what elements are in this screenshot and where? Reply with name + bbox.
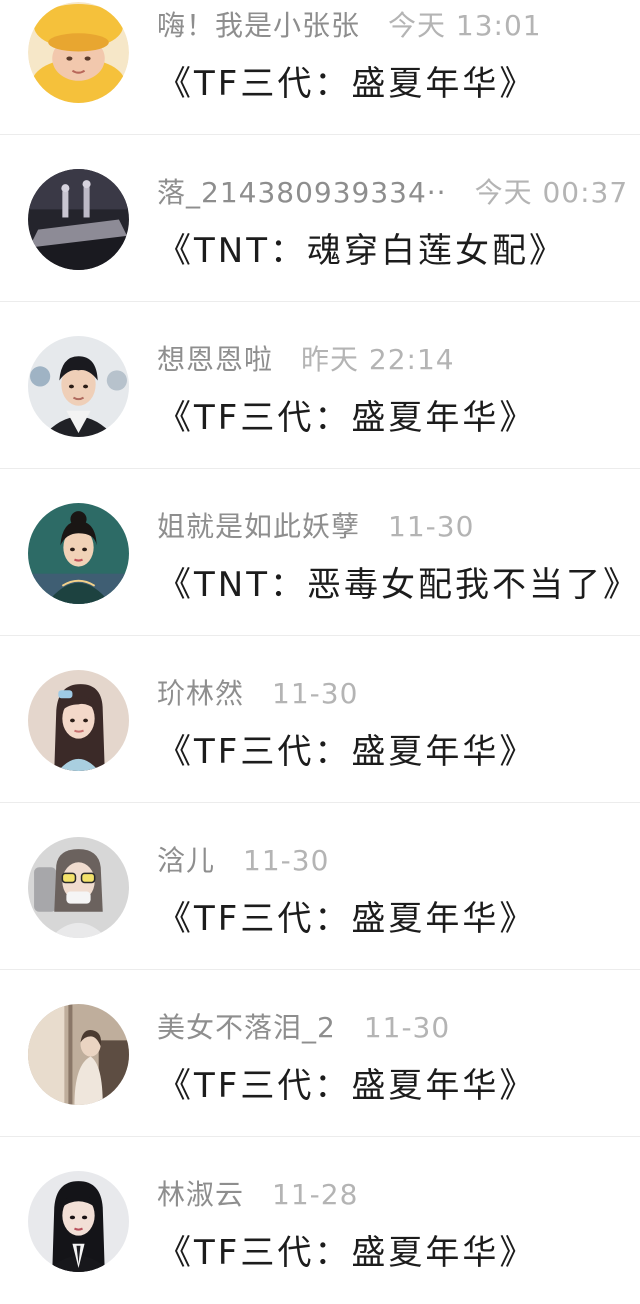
- qipao-girl-avatar-icon[interactable]: [28, 503, 129, 604]
- message-time: 11-28: [272, 1178, 359, 1211]
- message-preview: 《TNT：恶毒女配我不当了》: [157, 565, 636, 605]
- message-preview: 《TF三代：盛夏年华》: [157, 398, 537, 438]
- sender-name: 美女不落泪_2: [157, 1011, 336, 1044]
- message-preview: 《TF三代：盛夏年华》: [157, 1066, 537, 1106]
- message-time: 11-30: [243, 844, 330, 877]
- girl-selfie-avatar-icon[interactable]: [28, 670, 129, 771]
- list-item[interactable]: 美女不落泪_2 11-30 《TF三代：盛夏年华》: [0, 970, 640, 1137]
- conversation-list: 嗨！我是小张张 今天 13:01 《TF三代：盛夏年华》 落_2143809393…: [0, 0, 640, 1273]
- sender-name: 姐就是如此妖孽: [157, 510, 361, 543]
- message-time: 11-30: [363, 1011, 451, 1044]
- sunglasses-girl-avatar-icon[interactable]: [28, 837, 129, 938]
- boy-portrait-avatar-icon[interactable]: [28, 336, 129, 437]
- list-item[interactable]: 姐就是如此妖孽 11-30 《TNT：恶毒女配我不当了》: [0, 469, 640, 636]
- sender-name: 落_214380939334··: [157, 176, 447, 209]
- message-time: 昨天 22:14: [301, 343, 455, 376]
- list-item[interactable]: 落_214380939334·· 今天 00:37 《TNT：魂穿白莲女配》: [0, 135, 640, 302]
- message-time: 今天 00:37: [474, 176, 628, 209]
- suit-girl-avatar-icon[interactable]: [28, 1171, 129, 1272]
- sender-name: 浛儿: [157, 844, 216, 877]
- message-time: 11-30: [272, 677, 359, 710]
- sender-name: 想恩恩啦: [157, 343, 274, 376]
- list-item[interactable]: 林淑云 11-28 《TF三代：盛夏年华》: [0, 1137, 640, 1304]
- message-preview: 《TF三代：盛夏年华》: [157, 732, 537, 772]
- concert-stage-avatar-icon[interactable]: [28, 169, 129, 270]
- window-girl-avatar-icon[interactable]: [28, 1004, 129, 1105]
- message-time: 11-30: [388, 510, 475, 543]
- message-preview: 《TNT：魂穿白莲女配》: [157, 231, 566, 271]
- sender-name: 嗨！我是小张张: [157, 9, 361, 42]
- list-item[interactable]: 浛儿 11-30 《TF三代：盛夏年华》: [0, 803, 640, 970]
- sender-name: 林淑云: [157, 1178, 245, 1211]
- list-item[interactable]: 想恩恩啦 昨天 22:14 《TF三代：盛夏年华》: [0, 302, 640, 469]
- sender-name: 玠林然: [157, 677, 245, 710]
- message-time: 今天 13:01: [388, 9, 542, 42]
- message-preview: 《TF三代：盛夏年华》: [157, 64, 537, 104]
- duck-hat-avatar-icon[interactable]: [28, 2, 129, 103]
- message-preview: 《TF三代：盛夏年华》: [157, 899, 537, 939]
- list-item[interactable]: 嗨！我是小张张 今天 13:01 《TF三代：盛夏年华》: [0, 0, 640, 135]
- list-item[interactable]: 玠林然 11-30 《TF三代：盛夏年华》: [0, 636, 640, 803]
